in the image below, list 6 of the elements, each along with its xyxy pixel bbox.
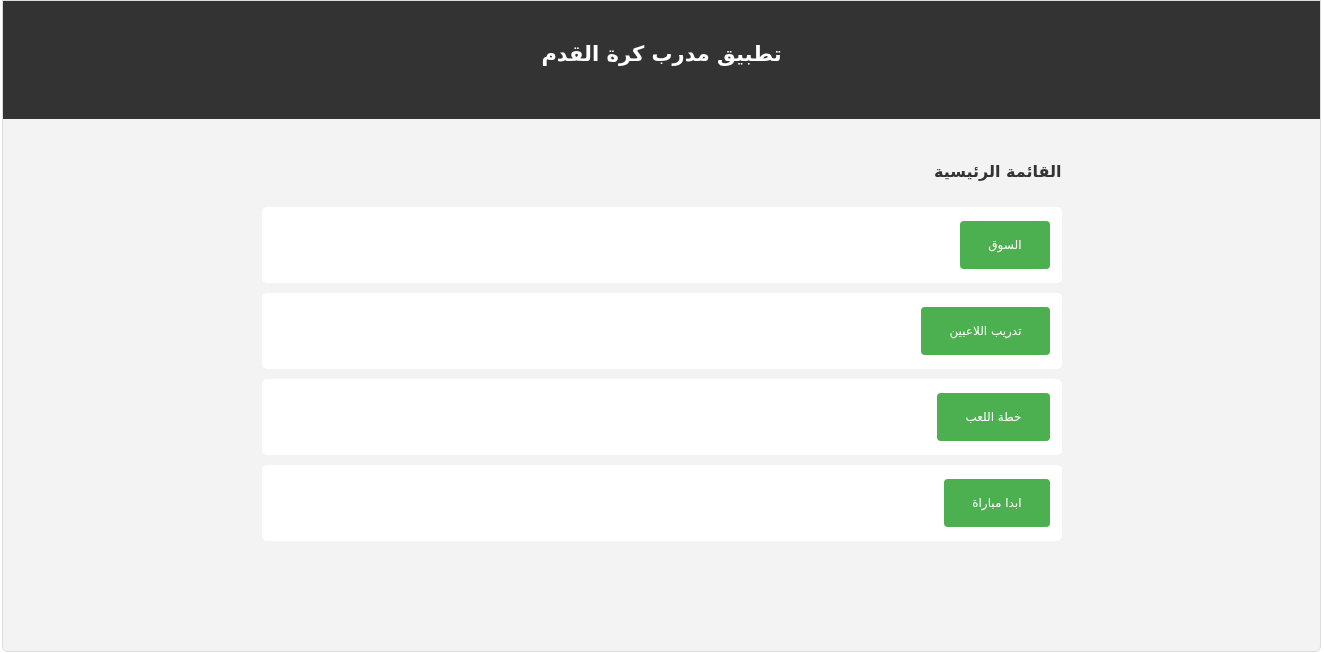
menu-button[interactable]: تدريب اللاعبين [921, 307, 1050, 355]
menu-heading: القائمة الرئيسية [932, 161, 1062, 183]
menu-button[interactable]: السوق [960, 221, 1050, 269]
app-title: تطبيق مدرب كرة القدم [541, 43, 782, 68]
menu-button[interactable]: خطة اللعب [937, 393, 1050, 441]
menu-button[interactable]: ابدا مباراة [944, 479, 1050, 527]
